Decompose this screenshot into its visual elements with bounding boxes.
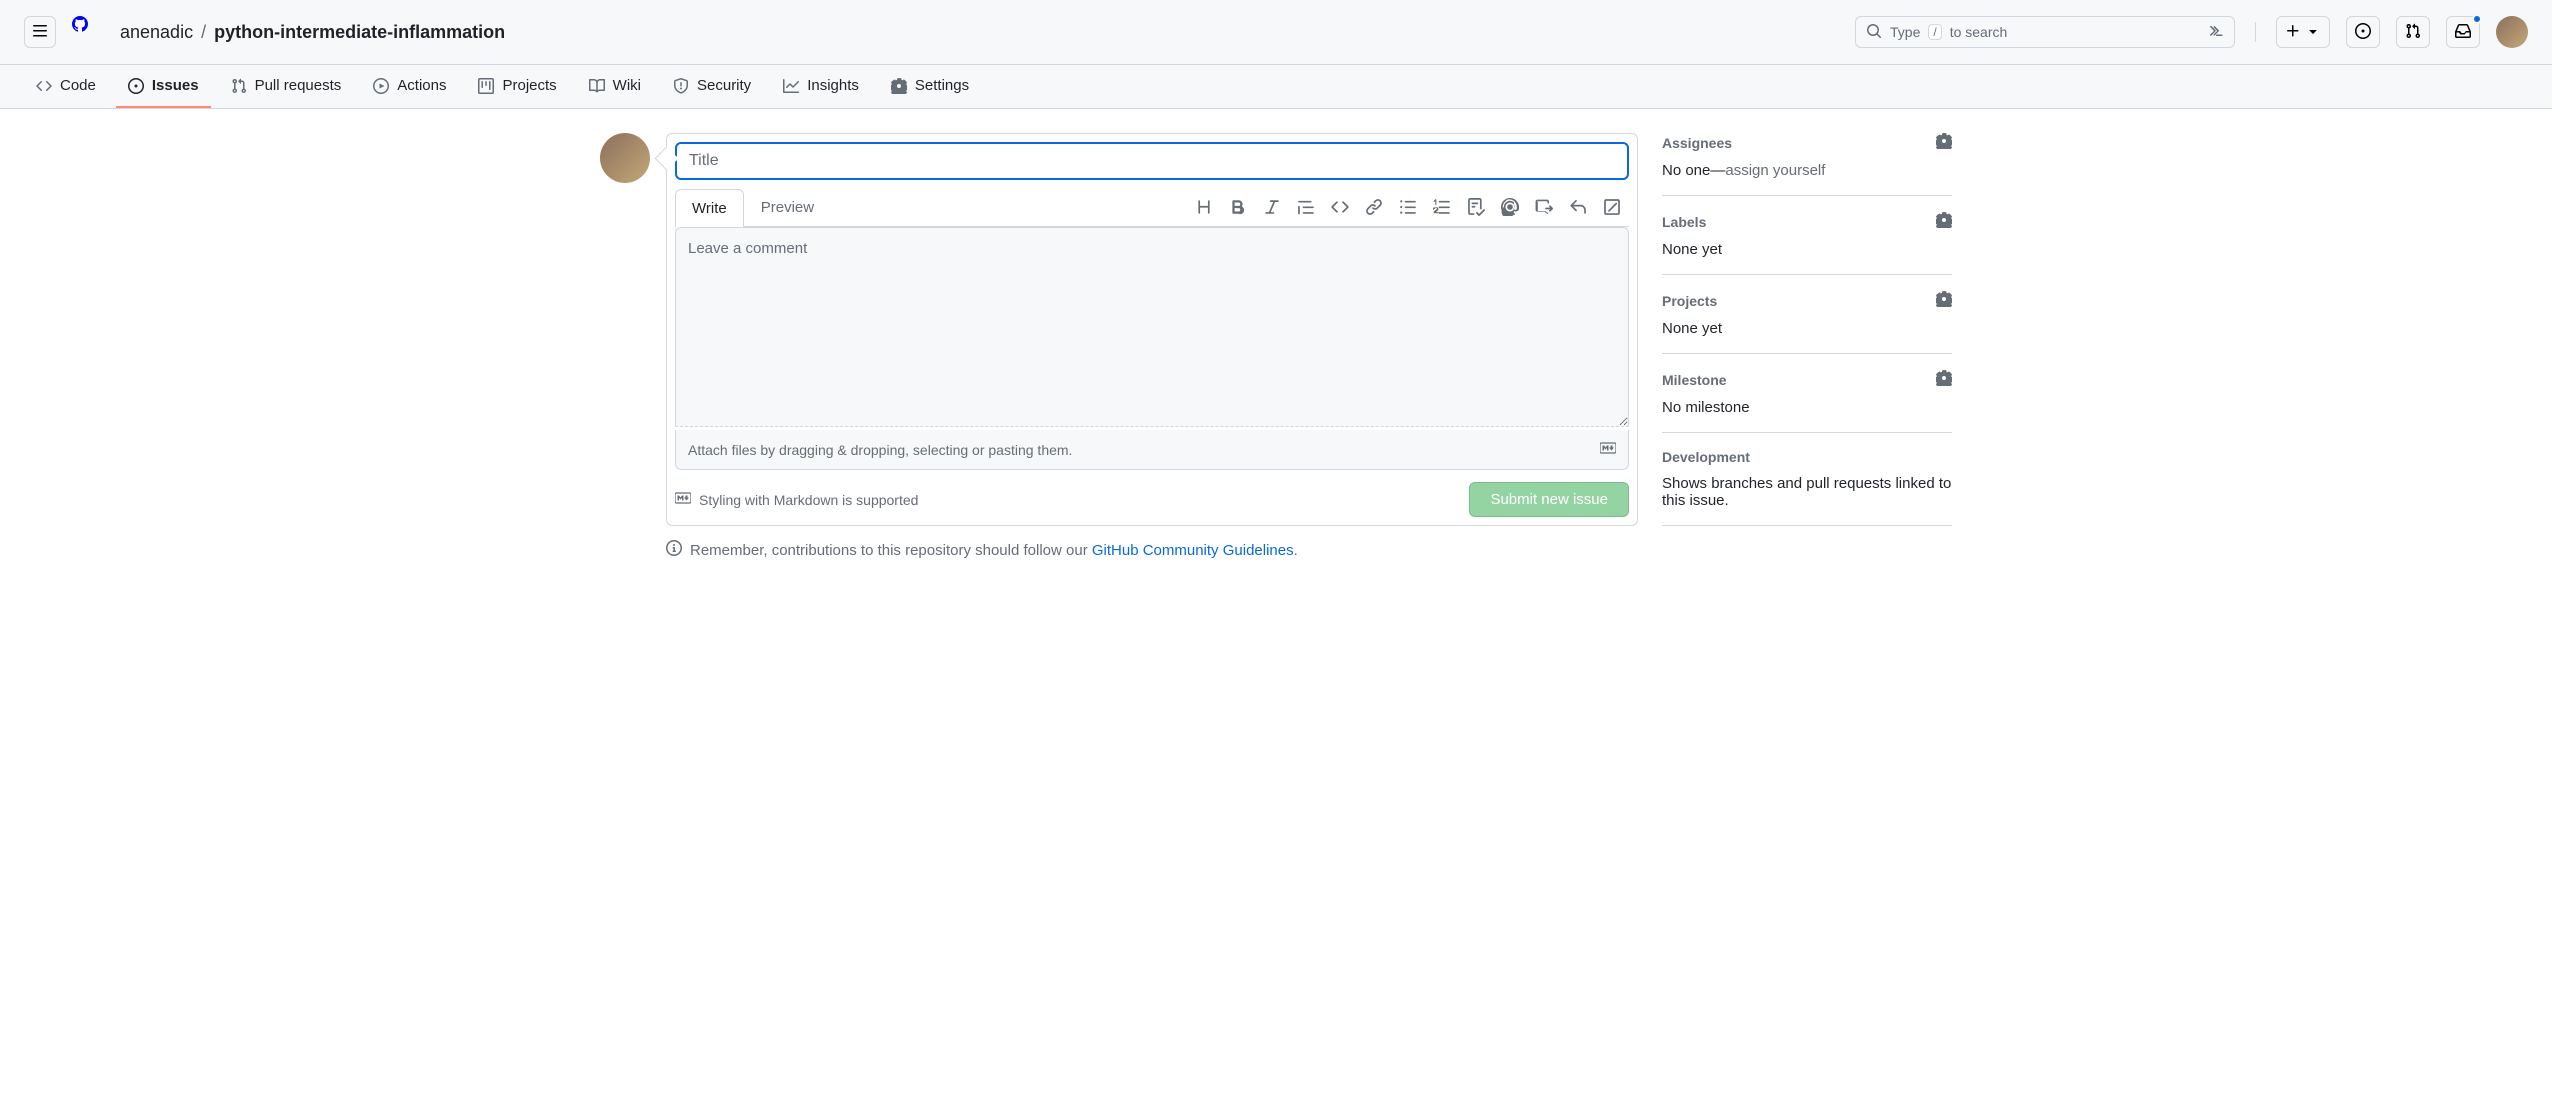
issues-tray-button[interactable]: [2346, 16, 2380, 48]
bold-icon[interactable]: [1229, 198, 1247, 216]
code-icon[interactable]: [1331, 198, 1349, 216]
search-placeholder-suffix: to search: [1950, 24, 2008, 40]
markdown-icon: [675, 490, 691, 509]
issue-sidebar: Assignees No one—assign yourself Labels …: [1662, 133, 1952, 560]
development-body: Shows branches and pull requests linked …: [1662, 475, 1952, 509]
repo-navigation: Code Issues Pull requests Actions Projec…: [0, 65, 2552, 109]
community-guidelines-note: Remember, contributions to this reposito…: [666, 540, 1638, 560]
community-guidelines-link[interactable]: GitHub Community Guidelines: [1092, 542, 1294, 559]
preview-tab[interactable]: Preview: [744, 188, 831, 226]
tab-wiki-label: Wiki: [613, 77, 641, 94]
tab-actions-label: Actions: [397, 77, 446, 94]
assignees-title: Assignees: [1662, 135, 1732, 151]
tab-issues-label: Issues: [152, 77, 199, 94]
tab-code-label: Code: [60, 77, 96, 94]
cross-reference-icon[interactable]: [1535, 198, 1553, 216]
diff-ignored-icon[interactable]: [1603, 198, 1621, 216]
breadcrumb-separator: /: [201, 22, 206, 43]
tab-security[interactable]: Security: [661, 65, 763, 108]
tab-insights[interactable]: Insights: [771, 65, 871, 108]
info-icon: [666, 540, 682, 560]
projects-header[interactable]: Projects: [1662, 291, 1952, 310]
tab-projects-label: Projects: [502, 77, 556, 94]
breadcrumb: anenadic / python-intermediate-inflammat…: [120, 22, 505, 43]
submit-new-issue-button[interactable]: Submit new issue: [1469, 482, 1629, 517]
global-header: anenadic / python-intermediate-inflammat…: [0, 0, 2552, 65]
markdown-note-text: Styling with Markdown is supported: [699, 492, 918, 508]
user-avatar[interactable]: [2496, 16, 2528, 48]
issue-opened-icon: [2355, 23, 2371, 42]
ordered-list-icon[interactable]: [1433, 198, 1451, 216]
link-icon[interactable]: [1365, 198, 1383, 216]
tab-settings[interactable]: Settings: [879, 65, 981, 108]
gear-icon[interactable]: [1936, 133, 1952, 152]
assign-yourself-link[interactable]: assign yourself: [1725, 162, 1825, 179]
git-pull-request-icon: [2405, 23, 2421, 42]
mention-icon[interactable]: [1501, 198, 1519, 216]
unordered-list-icon[interactable]: [1399, 198, 1417, 216]
github-logo[interactable]: [72, 16, 104, 48]
attach-hint-text: Attach files by dragging & dropping, sel…: [688, 442, 1072, 458]
italic-icon[interactable]: [1263, 198, 1281, 216]
write-tab[interactable]: Write: [675, 189, 744, 227]
tab-wiki[interactable]: Wiki: [577, 65, 653, 108]
tab-actions[interactable]: Actions: [361, 65, 458, 108]
development-title: Development: [1662, 449, 1750, 465]
assignees-header[interactable]: Assignees: [1662, 133, 1952, 152]
projects-body: None yet: [1662, 320, 1952, 337]
hamburger-menu-button[interactable]: [24, 16, 56, 48]
labels-header[interactable]: Labels: [1662, 212, 1952, 231]
projects-title: Projects: [1662, 293, 1717, 309]
inbox-icon: [2455, 23, 2471, 42]
tab-pulls-label: Pull requests: [255, 77, 342, 94]
search-icon: [1866, 23, 1882, 42]
markdown-supported-note[interactable]: Styling with Markdown is supported: [675, 490, 918, 509]
triangle-down-icon: [2305, 23, 2321, 42]
gear-icon[interactable]: [1936, 291, 1952, 310]
labels-body: None yet: [1662, 241, 1952, 258]
reply-icon[interactable]: [1569, 198, 1587, 216]
gear-icon[interactable]: [1936, 370, 1952, 389]
heading-icon[interactable]: [1195, 198, 1213, 216]
notifications-button[interactable]: [2446, 16, 2480, 48]
tab-settings-label: Settings: [915, 77, 969, 94]
search-input[interactable]: Type / to search: [1855, 16, 2235, 48]
development-header: Development: [1662, 449, 1952, 465]
author-avatar[interactable]: [600, 133, 650, 183]
owner-link[interactable]: anenadic: [120, 22, 193, 43]
pull-requests-tray-button[interactable]: [2396, 16, 2430, 48]
tab-code[interactable]: Code: [24, 65, 108, 108]
labels-title: Labels: [1662, 214, 1706, 230]
task-list-icon[interactable]: [1467, 198, 1485, 216]
tab-issues[interactable]: Issues: [116, 65, 211, 108]
markdown-toolbar: [1195, 198, 1629, 216]
milestone-title: Milestone: [1662, 372, 1727, 388]
plus-icon: [2285, 23, 2301, 42]
markdown-icon[interactable]: [1600, 440, 1616, 459]
issue-title-input[interactable]: [675, 142, 1629, 180]
guidelines-suffix: .: [1294, 542, 1298, 559]
three-bars-icon: [32, 23, 48, 42]
notification-indicator: [2472, 14, 2482, 24]
new-issue-form: Write Preview: [666, 133, 1638, 526]
tab-insights-label: Insights: [807, 77, 859, 94]
guidelines-prefix: Remember, contributions to this reposito…: [690, 542, 1092, 559]
milestone-header[interactable]: Milestone: [1662, 370, 1952, 389]
file-attach-area[interactable]: Attach files by dragging & dropping, sel…: [675, 430, 1629, 470]
search-placeholder-prefix: Type: [1890, 24, 1920, 40]
tab-pulls[interactable]: Pull requests: [219, 65, 354, 108]
command-palette-icon[interactable]: [2208, 23, 2224, 42]
create-new-button[interactable]: [2276, 16, 2330, 48]
repo-link[interactable]: python-intermediate-inflammation: [214, 22, 505, 43]
issue-body-textarea[interactable]: [675, 227, 1629, 427]
search-slash-key: /: [1928, 24, 1941, 40]
quote-icon[interactable]: [1297, 198, 1315, 216]
milestone-body: No milestone: [1662, 399, 1952, 416]
assignees-prefix: No one—: [1662, 162, 1725, 179]
tab-security-label: Security: [697, 77, 751, 94]
gear-icon[interactable]: [1936, 212, 1952, 231]
tab-projects[interactable]: Projects: [466, 65, 568, 108]
